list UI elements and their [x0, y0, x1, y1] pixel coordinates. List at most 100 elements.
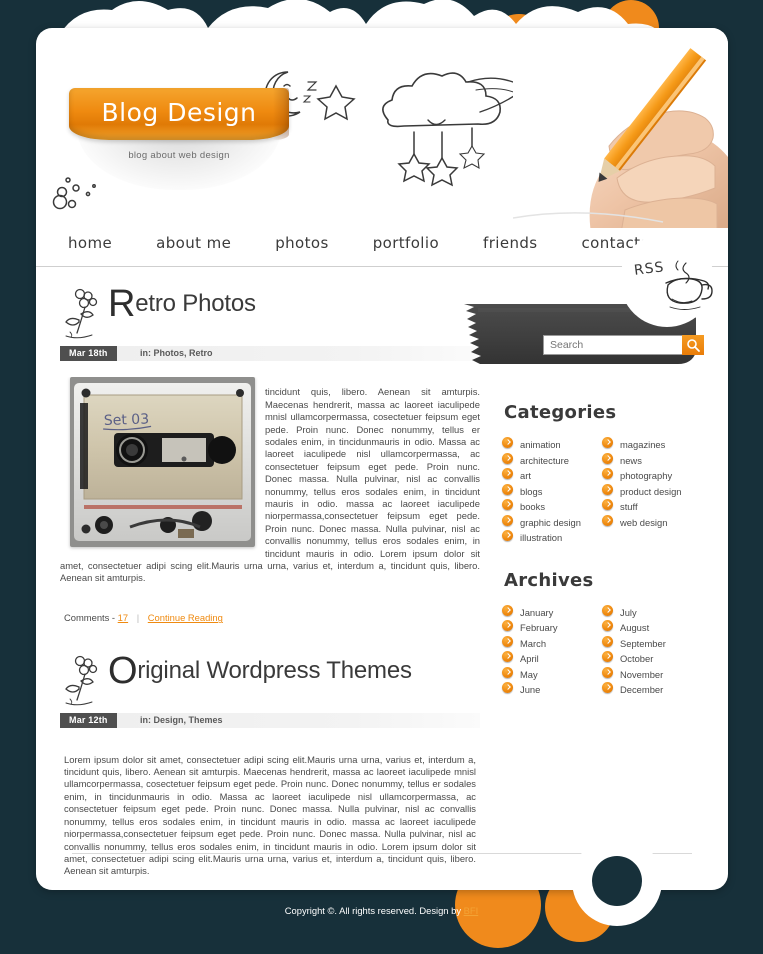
post-date: Mar 12th	[60, 713, 117, 729]
continue-reading-link[interactable]: Continue Reading	[148, 612, 223, 623]
nav-link[interactable]: photos	[265, 228, 338, 262]
nav-item-home[interactable]: home	[58, 228, 122, 262]
list-item[interactable]: October	[602, 649, 702, 665]
list-item[interactable]: architecture	[502, 451, 602, 467]
list-item[interactable]: animation	[502, 435, 602, 451]
categories-lists: animation architecture art blogs books g…	[502, 435, 717, 544]
archive-link[interactable]: August	[620, 622, 649, 633]
nav-link[interactable]: portfolio	[363, 228, 449, 262]
arrow-bullet-icon	[502, 620, 513, 631]
coffee-cup-doodle-icon	[665, 260, 713, 310]
list-item[interactable]: illustration	[502, 528, 602, 544]
post-title[interactable]: Retro Photos	[108, 285, 256, 323]
arrow-bullet-icon	[602, 499, 613, 510]
post-title-rest: riginal Wordpress Themes	[137, 657, 412, 685]
nav-item-about-me[interactable]: about me	[146, 228, 241, 262]
nav-item-friends[interactable]: friends	[473, 228, 548, 262]
archive-link[interactable]: November	[620, 669, 663, 680]
nav-link[interactable]: home	[58, 228, 122, 262]
list-item[interactable]: stuff	[602, 497, 702, 513]
nav-item-portfolio[interactable]: portfolio	[363, 228, 449, 262]
list-item[interactable]: December	[602, 680, 702, 696]
archive-link[interactable]: December	[620, 684, 663, 695]
category-link[interactable]: books	[520, 501, 545, 512]
bottom-notch-dot	[592, 856, 642, 906]
list-item[interactable]: March	[502, 634, 602, 650]
list-item[interactable]: May	[502, 665, 602, 681]
nav-link[interactable]: about me	[146, 228, 241, 262]
category-link[interactable]: animation	[520, 439, 561, 450]
archive-link[interactable]: June	[520, 684, 540, 695]
archive-link[interactable]: October	[620, 653, 653, 664]
list-item[interactable]: magazines	[602, 435, 702, 451]
archive-link[interactable]: January	[520, 607, 553, 618]
list-item[interactable]: August	[602, 618, 702, 634]
search-button[interactable]	[682, 335, 704, 355]
category-link[interactable]: blogs	[520, 486, 542, 497]
category-link[interactable]: magazines	[620, 439, 665, 450]
post-date: Mar 18th	[60, 346, 117, 361]
arrow-bullet-icon	[502, 604, 513, 616]
category-link[interactable]: stuff	[620, 501, 638, 512]
list-item[interactable]: photography	[602, 466, 702, 482]
arrow-bullet-icon	[502, 530, 513, 541]
post-categories: in: Photos, Retro	[140, 348, 213, 358]
categories-column-2: magazines news photography product desig…	[602, 435, 702, 544]
list-item[interactable]: September	[602, 634, 702, 650]
category-link[interactable]: photography	[620, 470, 672, 481]
post-thumbnail[interactable]: Set 03	[70, 377, 255, 547]
archive-link[interactable]: February	[520, 622, 558, 633]
archive-link[interactable]: April	[520, 653, 539, 664]
category-link[interactable]: news	[620, 455, 642, 466]
list-item[interactable]: July	[602, 603, 702, 619]
archive-link[interactable]: July	[620, 607, 637, 618]
post-title[interactable]: Original Wordpress Themes	[108, 652, 412, 690]
list-item[interactable]: November	[602, 665, 702, 681]
archives-column-1: January February March April May June	[502, 603, 602, 696]
nav-item-photos[interactable]: photos	[265, 228, 338, 262]
widget-archives: Archives January February March April Ma…	[502, 570, 717, 696]
post-footer-links: Comments - 17 | Continue Reading	[60, 612, 480, 623]
archive-link[interactable]: May	[520, 669, 538, 680]
category-link[interactable]: web design	[620, 517, 667, 528]
site-logo[interactable]: Blog Design blog about web design	[69, 88, 289, 198]
logo-tagline: blog about web design	[128, 150, 230, 161]
search-icon	[687, 339, 700, 352]
post-title-initial: R	[108, 283, 136, 325]
comments-count-link[interactable]: 17	[118, 612, 128, 623]
list-item[interactable]: February	[502, 618, 602, 634]
archive-link[interactable]: September	[620, 638, 666, 649]
thumbnail-caption: Set 03	[104, 411, 150, 429]
list-item[interactable]: product design	[602, 482, 702, 498]
post-meta: Mar 18th in: Photos, Retro	[60, 346, 480, 361]
rss-bubble[interactable]: RSS	[620, 233, 714, 327]
archive-link[interactable]: March	[520, 638, 546, 649]
logo-title: Blog Design	[101, 98, 257, 127]
list-item[interactable]: blogs	[502, 482, 602, 498]
arrow-bullet-icon	[502, 468, 513, 479]
list-item[interactable]: books	[502, 497, 602, 513]
category-link[interactable]: architecture	[520, 455, 569, 466]
flower-doodle-icon	[65, 656, 98, 706]
arrow-bullet-icon	[602, 468, 613, 479]
list-item[interactable]: graphic design	[502, 513, 602, 529]
search-input[interactable]	[543, 335, 683, 355]
category-link[interactable]: graphic design	[520, 517, 581, 528]
list-item[interactable]: June	[502, 680, 602, 696]
category-link[interactable]: art	[520, 470, 531, 481]
arrow-bullet-icon	[602, 514, 613, 526]
archives-lists: January February March April May June Ju…	[502, 603, 717, 696]
arrow-bullet-icon	[602, 666, 613, 678]
list-item[interactable]: art	[502, 466, 602, 482]
category-link[interactable]: illustration	[520, 532, 562, 543]
list-item[interactable]: web design	[602, 513, 702, 529]
comments-label: Comments -	[64, 612, 116, 624]
list-item[interactable]: January	[502, 603, 602, 619]
category-link[interactable]: product design	[620, 486, 682, 497]
list-item[interactable]: news	[602, 451, 702, 467]
widget-title: Archives	[504, 569, 594, 591]
nav-link[interactable]: friends	[473, 228, 548, 262]
designer-link[interactable]: BFI	[464, 905, 479, 916]
list-item[interactable]: April	[502, 649, 602, 665]
arrow-bullet-icon	[602, 452, 613, 464]
